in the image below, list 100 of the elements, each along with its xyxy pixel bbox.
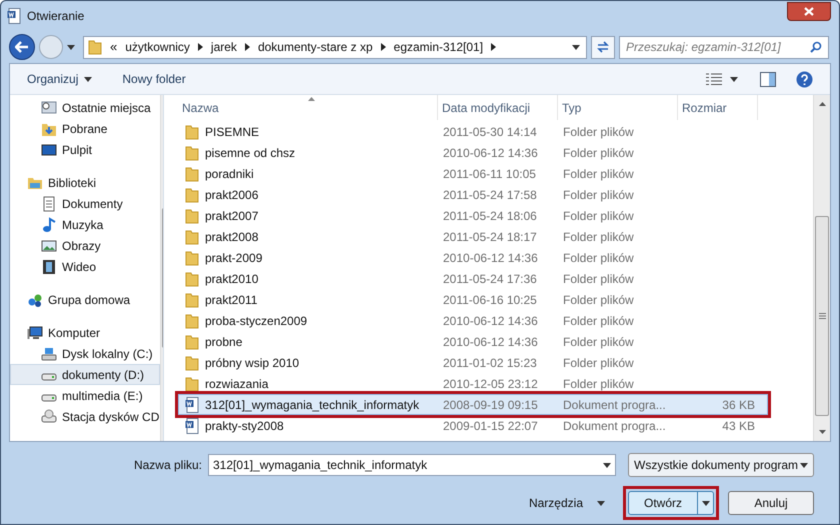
desktop-icon [41,142,57,158]
open-button[interactable]: Otwórz [628,491,714,515]
size-cell-text: 36 KB [721,396,756,414]
type-cell-text: Folder plików [562,270,635,288]
type-cell-text: Folder plików [562,166,635,182]
navigation-item[interactable]: Pulpit [10,139,160,160]
size-cell-text: 43 KB [721,418,756,434]
folder-icon [185,208,199,224]
scroll-down-arrow-icon [818,430,826,434]
file-name: prakt2011 [205,292,258,308]
document-icon [41,196,57,212]
file-list-scrollbar[interactable] [813,95,830,441]
close-icon [804,6,814,16]
file-name: poradniki [205,166,254,182]
type-cell-text: Folder plików [562,312,635,330]
cancel-button[interactable]: Anuluj [728,491,814,515]
search-input[interactable]: Przeszukaj: egzamin-312[01] [626,38,810,56]
search-icon [810,41,822,53]
file-row[interactable]: proba-styczen2009 2010-06-12 14:36 Folder plików [178,310,768,331]
address-bar[interactable]: « użytkownicy jarek dokumenty-stare z xp egzamin-312[01] [83,36,587,58]
navigation-item[interactable]: Komputer [10,322,160,343]
file-row[interactable]: pisemne od chsz 2010-06-12 14:36 Folder plików [178,142,768,163]
file-row[interactable]: próbny wsip 2010 2011-01-02 15:23 Folder plików [178,352,768,373]
navigation-item[interactable]: Muzyka [10,214,160,235]
navigation-item[interactable]: Stacja dysków CD [10,406,160,427]
breadcrumb[interactable]: jarek [210,38,237,56]
navigation-item[interactable]: Wideo [10,256,160,277]
folder-icon [185,166,199,182]
file-name: 312[01]_wymagania_technik_informatyk [205,396,420,414]
type-cell-text: Folder plików [562,354,635,372]
date-cell-text: 2010-06-12 14:36 [442,312,539,330]
help-button[interactable] [796,70,813,88]
new-folder-button[interactable]: Nowy folder [122,70,186,88]
file-name: probne [205,334,242,350]
back-button[interactable] [9,34,35,60]
chevron-right-icon [380,43,386,51]
breadcrumb[interactable]: użytkownicy [125,38,190,56]
navigation-item[interactable]: Dysk lokalny (C:) [10,343,160,364]
filename-combo-box[interactable]: 312[01]_wymagania_technik_informatyk [208,454,616,476]
type-cell-text: Folder plików [562,250,635,266]
column-header[interactable]: Typ [558,95,678,120]
history-caret-icon [67,44,75,50]
folder-icon [88,39,102,55]
navigation-item[interactable]: Dokumenty [10,193,160,214]
chevron-right-icon [244,43,250,51]
file-type-dropdown[interactable]: Wszystkie dokumenty program [628,453,814,477]
recent-places-icon [41,100,57,116]
preview-pane-button[interactable] [760,72,776,86]
type-cell-text: Folder plików [562,376,635,392]
file-row[interactable]: prakt2010 2011-05-24 17:36 Folder plików [178,268,768,289]
file-row[interactable]: prakt2007 2011-05-24 18:06 Folder plików [178,205,768,226]
breadcrumb[interactable]: dokumenty-stare z xp [258,38,373,56]
date-cell-text: 2011-05-24 18:17 [442,228,538,246]
navigation-item[interactable]: Grupa domowa [10,289,160,310]
help-icon [796,70,813,88]
file-row[interactable]: probne 2010-06-12 14:36 Folder plików [178,331,768,352]
dropdown-caret-icon [84,76,92,82]
search-field[interactable]: Przeszukaj: egzamin-312[01] [619,36,829,58]
folder-icon [185,312,199,328]
dropdown-caret-icon [597,500,605,506]
navigation-item[interactable]: Biblioteki [10,172,160,193]
file-row[interactable]: prakt2008 2011-05-24 18:17 Folder plików [178,226,768,247]
navigation-item[interactable]: dokumenty (D:) [10,364,160,385]
navigation-item[interactable]: Ostatnie miejsca [10,97,160,118]
scroll-up-arrow-icon [818,102,826,106]
file-row[interactable]: prakty-sty2008 2009-01-15 22:07 Dokument progra... 43 KB [178,415,768,436]
file-row[interactable]: prakt2006 2011-05-24 17:58 Folder plików [178,184,768,205]
word-document-icon [185,418,199,434]
chevron-right-icon [491,43,496,51]
column-header[interactable]: Rozmiar [678,95,758,120]
navigation-item[interactable]: multimedia (E:) [10,385,160,406]
view-options-button[interactable] [706,73,738,85]
file-row[interactable]: rozwiazania 2010-12-05 23:12 Folder plików [178,373,768,394]
file-row[interactable]: 312[01]_wymagania_technik_informatyk 2008-09-19 09:15 Dokument progra... 36 KB [178,394,768,415]
column-header[interactable]: Data modyfikacji [438,95,558,120]
close-button[interactable] [787,2,831,20]
refresh-button[interactable] [591,36,615,58]
file-row[interactable]: prakt-2009 2010-06-12 14:36 Folder plików [178,247,768,268]
folder-icon [185,334,199,350]
tools-menu-button[interactable]: Narzędzia [528,494,605,512]
word-document-icon [7,8,21,24]
file-row[interactable]: poradniki 2011-06-11 10:05 Folder plików [178,163,768,184]
dropdown-caret-icon [702,500,710,506]
breadcrumb[interactable]: egzamin-312[01] [394,38,484,56]
file-row[interactable]: prakt2011 2011-06-16 10:25 Folder plików [178,289,768,310]
file-name: pisemne od chsz [205,144,296,162]
column-header[interactable]: Nazwa [178,95,438,120]
folder-icon [185,270,199,286]
type-cell-text: Folder plików [562,208,635,224]
overflow-chevron[interactable]: « [110,37,118,57]
type-cell-text: Folder plików [562,144,635,162]
navigation-item[interactable]: Obrazy [10,235,160,256]
dropdown-caret-icon [800,462,808,468]
organize-menu-button[interactable]: Organizuj [27,70,92,88]
file-name: próbny wsip 2010 [205,354,300,372]
navigation-item[interactable]: Pobrane [10,118,160,139]
file-row[interactable]: PISEMNE 2011-05-30 14:14 Folder plików [178,121,768,142]
scroll-thumb[interactable] [815,216,829,416]
homegroup-icon [27,292,43,308]
folder-icon [185,186,199,202]
